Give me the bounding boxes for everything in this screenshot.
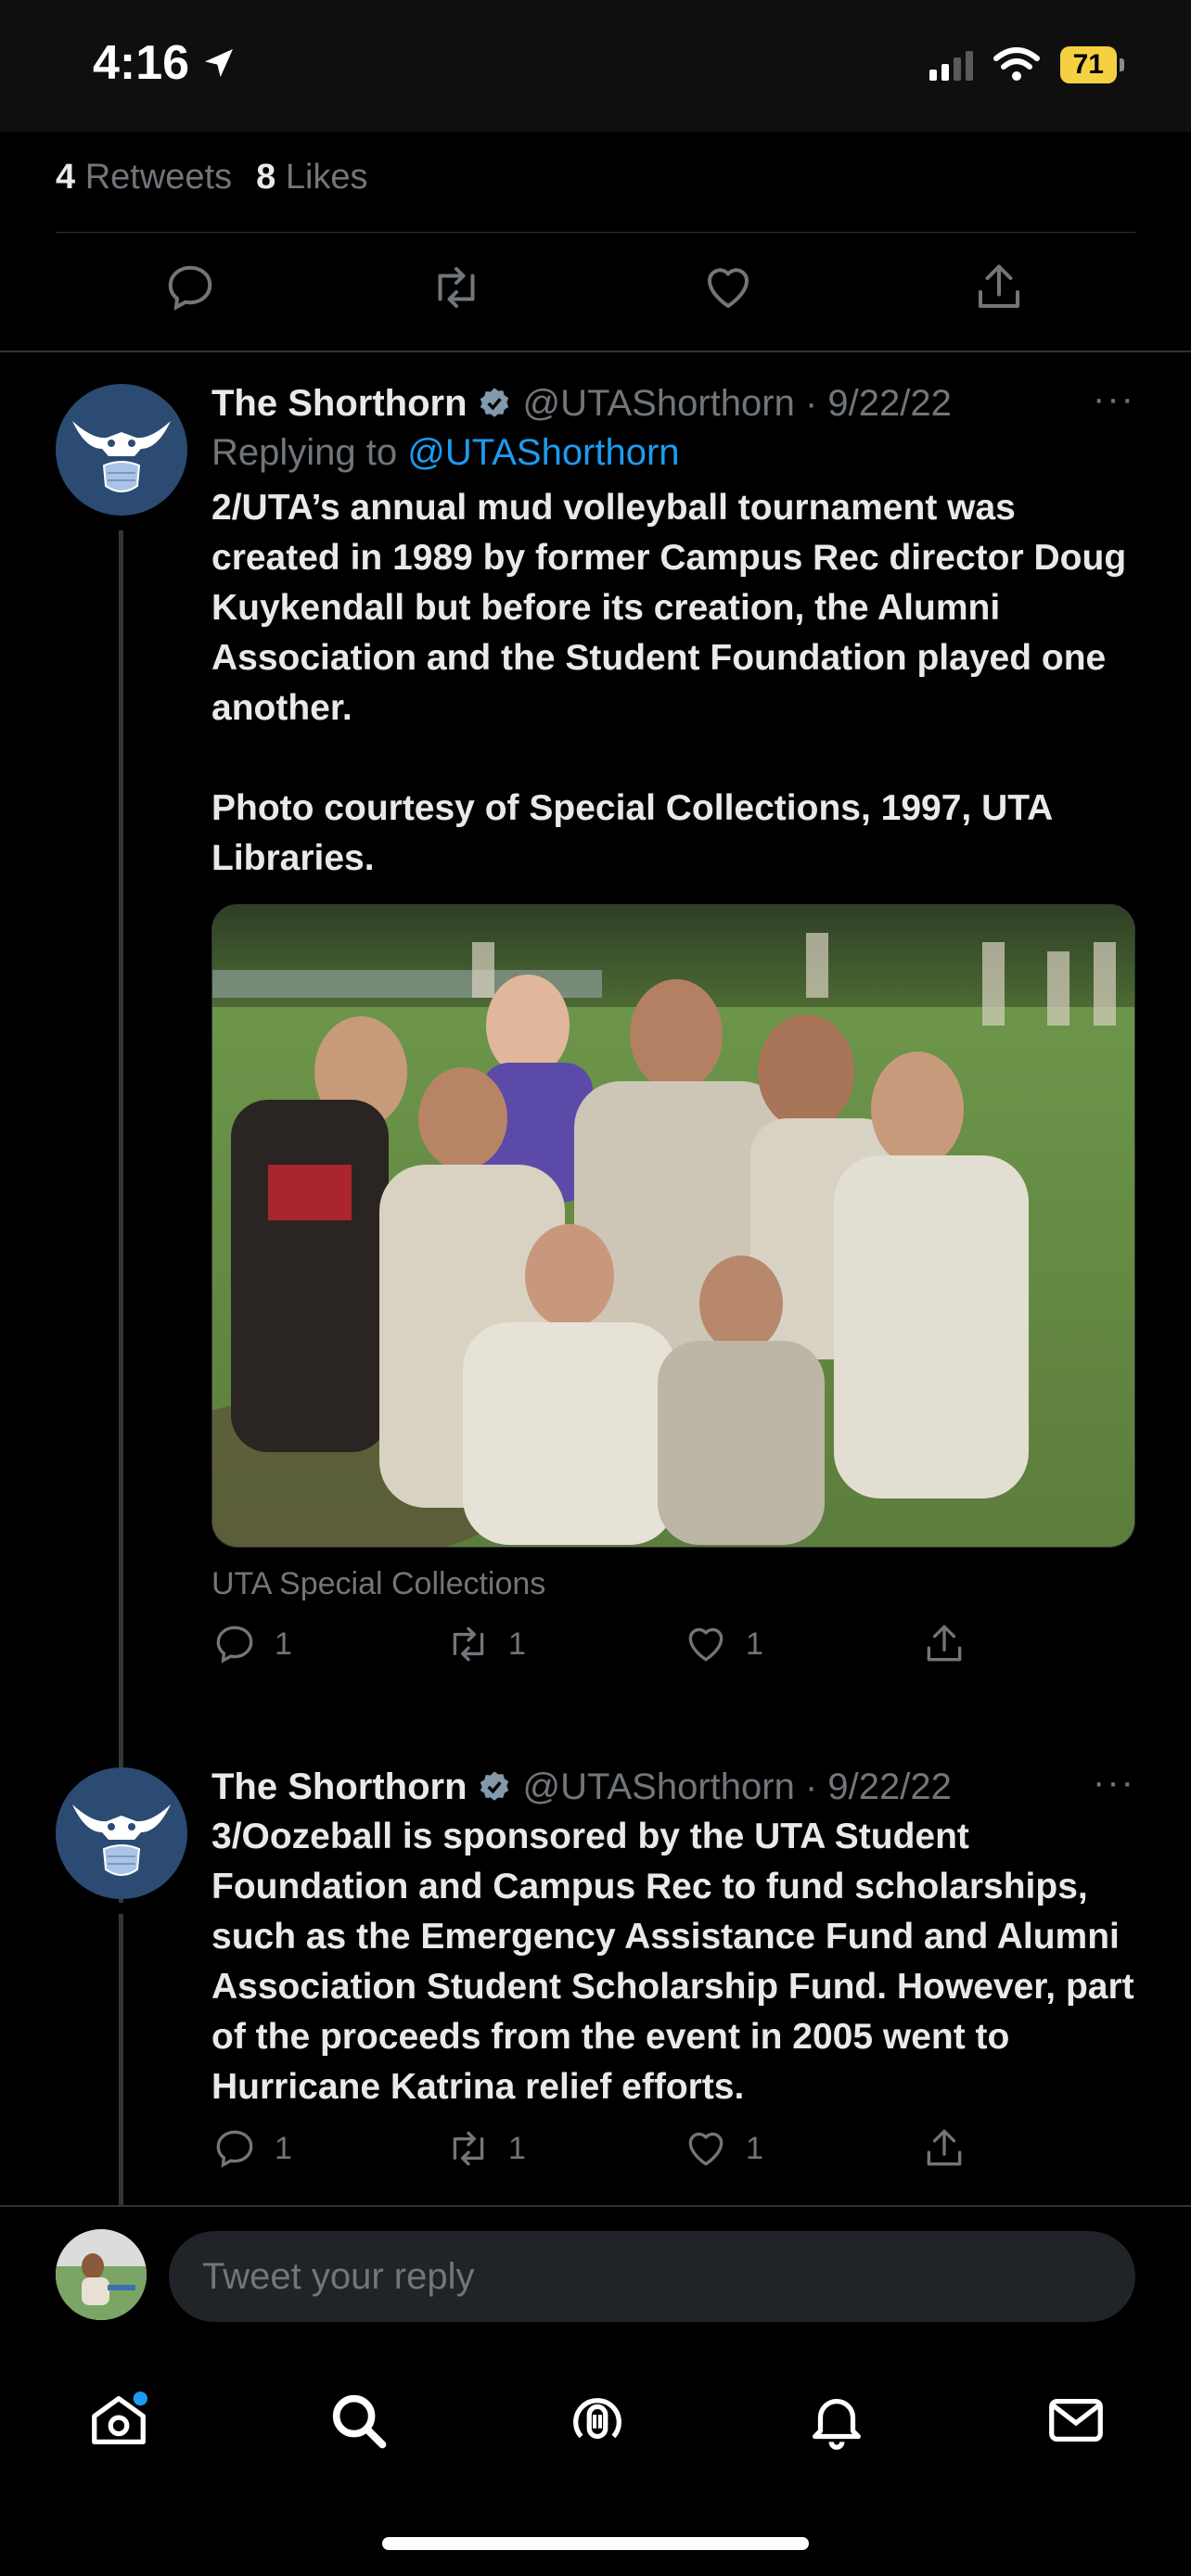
shorthorn-logo-icon [72, 421, 171, 492]
author-name[interactable]: The Shorthorn [211, 383, 467, 425]
reply-count: 1 [275, 1626, 292, 1662]
reply-count: 1 [275, 2130, 292, 2166]
location-arrow-icon [205, 49, 234, 77]
share-icon [979, 264, 1019, 308]
retweet-button[interactable]: 1 [445, 2125, 526, 2172]
tab-search[interactable] [321, 2383, 395, 2457]
heart-icon [688, 2132, 724, 2166]
like-button[interactable] [700, 260, 756, 315]
battery-indicator: 71 [1059, 46, 1125, 83]
share-button[interactable] [921, 1621, 967, 1667]
wifi-icon [992, 47, 1040, 81]
author-name[interactable]: The Shorthorn [211, 1766, 467, 1808]
tweet-actions: 1 1 1 [211, 2125, 1135, 2181]
likes-stat[interactable]: 8 Likes [256, 158, 367, 198]
reply-icon [216, 2130, 253, 2168]
volleyball-team-photo [212, 905, 1134, 1547]
search-icon [332, 2394, 387, 2449]
retweet-count: 1 [508, 1626, 526, 1662]
share-button[interactable] [921, 2125, 967, 2172]
replying-to-link[interactable]: @UTAShorthorn [407, 432, 679, 473]
reply-button[interactable]: 1 [211, 1621, 292, 1667]
reply-button[interactable] [162, 260, 218, 315]
reply-input[interactable] [169, 2231, 1135, 2322]
more-options-button[interactable]: ··· [1093, 378, 1135, 420]
share-icon [927, 2129, 962, 2166]
home-icon [92, 2391, 147, 2444]
reply-bar [0, 2207, 1191, 2346]
status-time: 4:16 [93, 35, 237, 91]
tweet-actions: 1 1 1 [211, 1621, 1135, 1677]
heart-icon [688, 1627, 724, 1662]
divider [56, 232, 1135, 233]
like-button[interactable]: 1 [683, 2125, 763, 2172]
retweets-stat[interactable]: 4 Retweets [56, 158, 232, 198]
spaces-icon [573, 2398, 621, 2440]
tweet-stats: 4 Retweets 8 Likes [56, 158, 368, 198]
tab-spaces[interactable] [560, 2383, 634, 2457]
tab-home[interactable] [82, 2383, 156, 2457]
avatar[interactable] [56, 384, 187, 516]
reply-icon [168, 265, 212, 311]
thread-line [119, 530, 123, 1903]
avatar[interactable] [56, 1767, 187, 1899]
notifications-icon [813, 2398, 861, 2450]
like-button[interactable]: 1 [683, 1621, 763, 1667]
messages-icon [1049, 2398, 1103, 2442]
tweet-header: The Shorthorn @UTAShorthorn · 9/22/22 ··… [211, 1762, 1135, 1812]
thread-line [119, 1914, 123, 2207]
status-bar: 4:16 71 [0, 0, 1191, 132]
tweet-date: · 9/22/22 [804, 1766, 952, 1807]
share-icon [927, 1625, 962, 1662]
tweet-header: The Shorthorn @UTAShorthorn · 9/22/22 ··… [211, 378, 1135, 428]
retweet-count: 1 [508, 2130, 526, 2166]
reply-button[interactable]: 1 [211, 2125, 292, 2172]
replying-to: Replying to @UTAShorthorn [211, 432, 680, 473]
shorthorn-logo-icon [72, 1804, 171, 1876]
verified-badge-icon [480, 388, 508, 417]
home-indicator[interactable] [382, 2537, 809, 2550]
reply-icon [216, 1626, 253, 1664]
time-label: 4:16 [93, 36, 190, 90]
more-options-button[interactable]: ··· [1093, 1762, 1135, 1804]
tab-messages[interactable] [1039, 2383, 1113, 2457]
user-photo [56, 2229, 147, 2320]
main-tweet-actions [0, 260, 1191, 325]
tab-notifications[interactable] [800, 2383, 874, 2457]
retweet-button[interactable] [429, 260, 484, 315]
author-handle[interactable]: @UTAShorthorn [523, 1766, 795, 1808]
tweet-text: 3/Oozeball is sponsored by the UTA Stude… [211, 1817, 1145, 2107]
tweet-date: · 9/22/22 [804, 382, 952, 424]
like-count: 1 [746, 1626, 763, 1662]
retweet-icon [438, 267, 475, 308]
retweet-button[interactable]: 1 [445, 1621, 526, 1667]
author-handle[interactable]: @UTAShorthorn [523, 383, 795, 425]
media-caption[interactable]: UTA Special Collections [211, 1566, 1135, 1602]
user-avatar[interactable] [56, 2229, 147, 2320]
like-count: 1 [746, 2130, 763, 2166]
verified-badge-icon [480, 1771, 508, 1801]
cellular-signal-icon [928, 49, 973, 81]
divider [0, 351, 1191, 352]
retweet-icon [453, 1626, 484, 1662]
retweet-icon [453, 2131, 484, 2166]
heart-icon [708, 268, 749, 308]
tweet-text: 2/UTA’s annual mud volleyball tournament… [211, 488, 1127, 878]
tweet-photo[interactable] [211, 904, 1135, 1548]
share-button[interactable] [971, 260, 1027, 315]
